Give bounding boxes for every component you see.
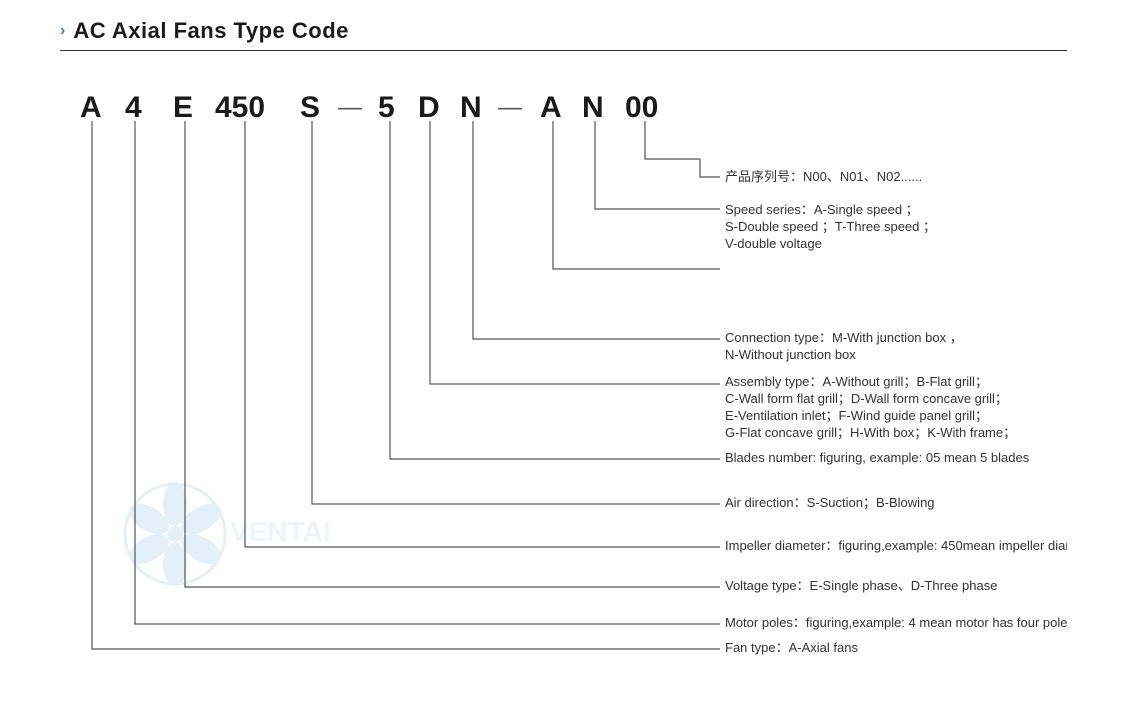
desc-blades: Blades number: figuring, example: 05 mea… <box>725 450 1030 465</box>
header-divider <box>60 50 1067 51</box>
code-letter-N: N <box>460 91 482 124</box>
page-container: › AC Axial Fans Type Code VENTAI <box>0 0 1127 711</box>
desc-assembly-3: E-Ventilation inlet；F-Wind guide panel g… <box>725 408 988 424</box>
desc-speed-series-3: V-double voltage <box>725 236 822 251</box>
type-code-diagram: A 4 E 450 S — 5 D N — A N 00 <box>60 69 1067 659</box>
desc-assembly-4: G-Flat concave grill；H-With box；K-With f… <box>725 425 1016 441</box>
code-letter-E: E <box>173 91 193 124</box>
code-letter-4: 4 <box>125 91 142 124</box>
desc-air-direction: Air direction：S-Suction；B-Blowing <box>725 495 935 511</box>
desc-connection-2: N-Without junction box <box>725 347 856 362</box>
code-letter-A2: A <box>540 91 562 124</box>
code-dash-2: — <box>498 94 522 121</box>
desc-speed-series-2: S-Double speed ；T-Three speed ； <box>725 219 936 235</box>
code-letter-5: 5 <box>378 91 395 124</box>
desc-speed-series-1: Speed series：A-Single speed ； <box>725 202 919 218</box>
code-letter-N2: N <box>582 91 604 124</box>
header-section: › AC Axial Fans Type Code <box>60 18 1067 44</box>
desc-connection-1: Connection type：M-With junction box ， <box>725 330 963 345</box>
code-letter-450: 450 <box>215 91 265 124</box>
code-letter-00: 00 <box>625 91 658 124</box>
chevron-icon: › <box>60 22 65 40</box>
code-letter-S: S <box>300 91 320 124</box>
code-dash-1: — <box>338 94 362 121</box>
desc-fan-type: Fan type：A-Axial fans <box>725 640 858 655</box>
desc-motor-poles: Motor poles：figuring,example: 4 mean mot… <box>725 615 1067 630</box>
page-title: AC Axial Fans Type Code <box>73 18 349 44</box>
desc-assembly-1: Assembly type：A-Without grill；B-Flat gri… <box>725 374 988 390</box>
code-letter-D: D <box>418 91 440 124</box>
desc-product-series: 产品序列号：N00、N01、N02...... <box>725 169 922 184</box>
desc-assembly-2: C-Wall form flat grill；D-Wall form conca… <box>725 391 1008 407</box>
code-letter-A: A <box>80 91 102 124</box>
desc-voltage: Voltage type：E-Single phase、D-Three phas… <box>725 578 997 593</box>
desc-impeller: Impeller diameter：figuring,example: 450m… <box>725 538 1067 553</box>
diagram-area: VENTAI A 4 E 450 S — 5 D N — A <box>60 69 1067 659</box>
